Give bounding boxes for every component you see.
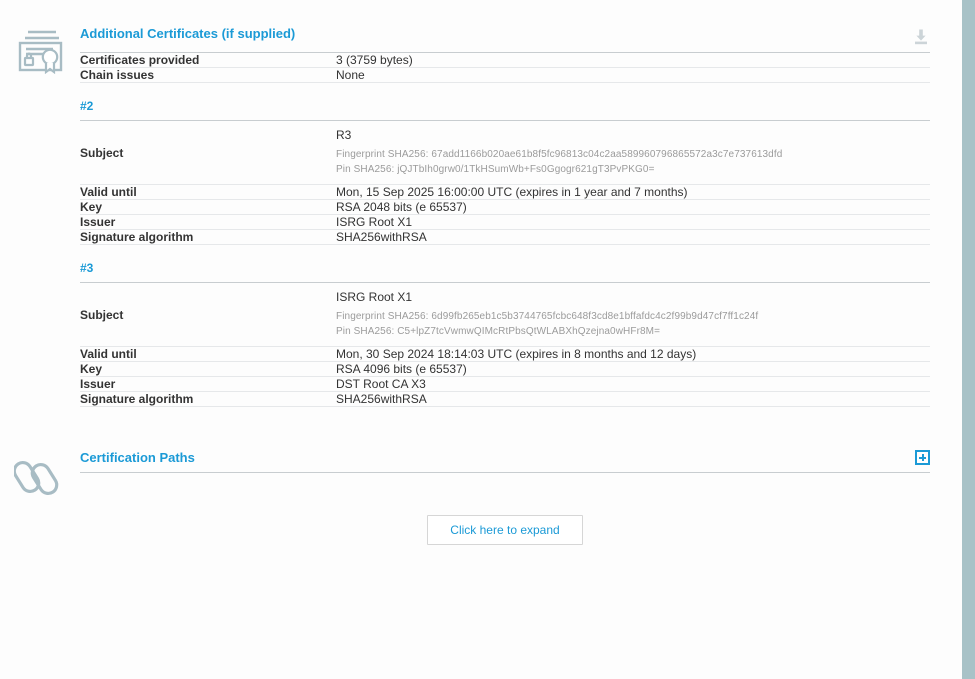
row-label: Subject [80,120,336,185]
row-label: Key [80,361,336,377]
row-value: SHA256withRSA [336,229,930,245]
table-row: Subject R3 Fingerprint SHA256: 67add1166… [80,120,930,185]
table-row: Chain issues None [80,67,930,83]
certificate-index-label[interactable]: #2 [80,99,93,113]
certification-paths-section: Certification Paths Click here to expand [0,450,962,545]
page-title: Additional Certificates (if supplied) [80,26,296,41]
table-row: Key RSA 2048 bits (e 65537) [80,199,930,215]
certificate-index-label[interactable]: #3 [80,261,93,275]
fingerprint-sha256: Fingerprint SHA256: 6d99fb265eb1c5b37447… [336,311,759,322]
pin-sha256: Pin SHA256: C5+lpZ7tcVwmwQIMcRtPbsQtWLAB… [336,326,661,337]
report-page: Additional Certificates (if supplied) Ce… [0,0,962,679]
certificate-index-row: #3 [80,244,930,283]
row-label: Signature algorithm [80,391,336,407]
row-value: ISRG Root X1 [336,214,930,230]
row-value: Mon, 30 Sep 2024 18:14:03 UTC (expires i… [336,346,930,362]
chain-link-icon [10,455,72,499]
subject-name: R3 [336,128,352,142]
row-value: 3 (3759 bytes) [336,53,930,68]
additional-certificates-header: Additional Certificates (if supplied) [80,26,930,53]
row-value: RSA 2048 bits (e 65537) [336,199,930,215]
additional-certificates-section: Additional Certificates (if supplied) Ce… [0,0,962,407]
row-label: Issuer [80,214,336,230]
row-value: DST Root CA X3 [336,376,930,392]
table-row: Valid until Mon, 30 Sep 2024 18:14:03 UT… [80,346,930,362]
subject-name: ISRG Root X1 [336,290,413,304]
section-title: Certification Paths [80,450,195,465]
certificates-table: Certificates provided 3 (3759 bytes) Cha… [80,53,930,407]
row-value: RSA 4096 bits (e 65537) [336,361,930,377]
table-row: Certificates provided 3 (3759 bytes) [80,53,930,68]
row-value: Mon, 15 Sep 2025 16:00:00 UTC (expires i… [336,184,930,200]
row-label: Subject [80,282,336,347]
download-icon[interactable] [912,26,930,46]
row-label: Chain issues [80,67,336,83]
table-row: Issuer ISRG Root X1 [80,214,930,230]
row-value: R3 Fingerprint SHA256: 67add1166b020ae61… [336,120,930,185]
plus-expand-icon[interactable] [915,450,930,465]
row-label: Valid until [80,184,336,200]
table-row: Signature algorithm SHA256withRSA [80,391,930,407]
table-row: Signature algorithm SHA256withRSA [80,229,930,245]
table-row: Subject ISRG Root X1 Fingerprint SHA256:… [80,282,930,347]
row-label: Valid until [80,346,336,362]
row-value: ISRG Root X1 Fingerprint SHA256: 6d99fb2… [336,282,930,347]
certification-paths-header: Certification Paths [80,450,930,473]
row-label: Key [80,199,336,215]
click-here-to-expand-button[interactable]: Click here to expand [427,515,583,545]
row-value: SHA256withRSA [336,391,930,407]
table-row: Valid until Mon, 15 Sep 2025 16:00:00 UT… [80,184,930,200]
right-edge-strip [962,0,975,679]
row-label: Signature algorithm [80,229,336,245]
row-label: Issuer [80,376,336,392]
row-label: Certificates provided [80,53,336,68]
table-row: Key RSA 4096 bits (e 65537) [80,361,930,377]
table-row: Issuer DST Root CA X3 [80,376,930,392]
fingerprint-sha256: Fingerprint SHA256: 67add1166b020ae61b8f… [336,149,783,160]
certificate-index-row: #2 [80,82,930,121]
pin-sha256: Pin SHA256: jQJTbIh0grw0/1TkHSumWb+Fs0Gg… [336,164,655,175]
certificate-icon [10,28,72,74]
row-value: None [336,67,930,83]
